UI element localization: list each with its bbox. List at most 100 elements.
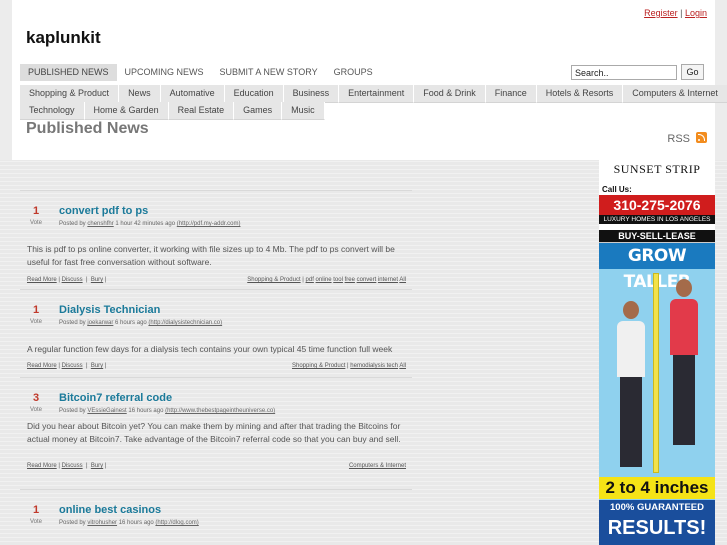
- bury-link[interactable]: Bury: [91, 363, 103, 369]
- posted-by-label: Posted by: [59, 408, 86, 414]
- category-news[interactable]: News: [119, 85, 161, 103]
- nav-upcoming-news[interactable]: UPCOMING NEWS: [117, 64, 212, 81]
- tag-link[interactable]: free: [345, 277, 355, 283]
- nav-submit-story[interactable]: SUBMIT A NEW STORY: [212, 64, 326, 81]
- category-technology[interactable]: Technology: [20, 102, 85, 120]
- discuss-link[interactable]: Discuss: [62, 277, 83, 283]
- author-link[interactable]: vitrohusher: [87, 520, 117, 526]
- search-input[interactable]: [571, 65, 677, 80]
- site-logo[interactable]: kaplunkit: [26, 28, 101, 48]
- ad-phone-number: 310-275-2076: [599, 195, 715, 215]
- tag-link[interactable]: Shopping & Product: [247, 277, 300, 283]
- search-go-button[interactable]: Go: [681, 64, 704, 80]
- source-url-link[interactable]: (http://www.thebestpageintheuniverse.co): [165, 408, 275, 414]
- category-finance[interactable]: Finance: [485, 85, 537, 103]
- vote-box[interactable]: 1 Vote: [20, 304, 52, 325]
- ad-grow-taller-headline: GROW TALLER: [599, 243, 715, 292]
- ad-inches-text: 2 to 4 inches: [599, 477, 715, 499]
- category-food-drink[interactable]: Food & Drink: [414, 85, 486, 103]
- tag-link[interactable]: online: [316, 277, 332, 283]
- tag-link[interactable]: convert: [357, 277, 377, 283]
- category-real-estate[interactable]: Real Estate: [168, 102, 235, 120]
- sunset-strip-ad[interactable]: SUNSET STRIP Call Us: 310-275-2076 LUXUR…: [599, 160, 715, 243]
- site-header: Register | Login kaplunkit PUBLISHED NEW…: [12, 0, 727, 160]
- nav-groups[interactable]: GROUPS: [326, 64, 381, 81]
- story-title[interactable]: Dialysis Technician: [59, 304, 160, 316]
- category-automative[interactable]: Automative: [160, 85, 225, 103]
- source-url-link[interactable]: (http://dialysistechnician.co): [148, 320, 222, 326]
- login-link[interactable]: Login: [685, 8, 707, 18]
- category-business[interactable]: Business: [283, 85, 340, 103]
- category-computers-internet[interactable]: Computers & Internet: [623, 85, 727, 103]
- ad-height-ruler: [653, 273, 659, 473]
- vote-label[interactable]: Vote: [20, 319, 52, 325]
- post-time: 1 hour 42 minutes ago: [115, 221, 176, 227]
- grow-taller-ad[interactable]: GROW TALLER 2 to 4 inches 100% GUARANTEE…: [599, 243, 715, 545]
- story-title[interactable]: convert pdf to ps: [59, 205, 148, 217]
- ad-person-image: [669, 279, 699, 473]
- vote-label[interactable]: Vote: [20, 519, 52, 525]
- story-item: 1 Vote online best casinos Posted by vit…: [20, 489, 412, 545]
- category-music[interactable]: Music: [282, 102, 325, 120]
- story-actions: Read More | Discuss | Bury |: [27, 363, 107, 369]
- tag-link[interactable]: All: [399, 277, 406, 283]
- story-list: 1 Vote convert pdf to ps Posted by chens…: [20, 190, 412, 545]
- bury-link[interactable]: Bury: [91, 463, 103, 469]
- story-title[interactable]: online best casinos: [59, 504, 161, 516]
- tag-link[interactable]: pdf: [306, 277, 314, 283]
- ad-call-us: Call Us:: [602, 185, 632, 194]
- tag-link[interactable]: internet: [378, 277, 398, 283]
- author-link[interactable]: VEssieGainest: [87, 408, 126, 414]
- vote-box[interactable]: 3 Vote: [20, 392, 52, 413]
- source-url-link[interactable]: (http://dlog.com): [155, 520, 198, 526]
- sidebar-ad-column: SUNSET STRIP Call Us: 310-275-2076 LUXUR…: [599, 160, 715, 545]
- post-time: 16 hours ago: [128, 408, 164, 414]
- story-tags: Computers & Internet: [349, 463, 406, 469]
- story-actions: Read More | Discuss | Bury |: [27, 463, 107, 469]
- discuss-link[interactable]: Discuss: [62, 363, 83, 369]
- tag-link[interactable]: tool: [333, 277, 343, 283]
- tag-link[interactable]: Shopping & Product: [292, 363, 345, 369]
- bury-link[interactable]: Bury: [91, 277, 103, 283]
- tag-link[interactable]: hemodialysis tech: [350, 363, 398, 369]
- source-url-link[interactable]: (http://pdf.my-addr.com): [177, 221, 241, 227]
- read-more-link[interactable]: Read More: [27, 363, 57, 369]
- discuss-link[interactable]: Discuss: [62, 463, 83, 469]
- vote-label[interactable]: Vote: [20, 220, 52, 226]
- story-actions: Read More | Discuss | Bury |: [27, 277, 107, 283]
- category-bar-row1: Shopping & Product News Automative Educa…: [20, 85, 727, 103]
- rss-icon[interactable]: [696, 132, 707, 143]
- vote-label[interactable]: Vote: [20, 407, 52, 413]
- vote-box[interactable]: 1 Vote: [20, 205, 52, 226]
- ad-person-image: [617, 301, 645, 473]
- read-more-link[interactable]: Read More: [27, 463, 57, 469]
- register-link[interactable]: Register: [644, 8, 678, 18]
- category-entertainment[interactable]: Entertainment: [339, 85, 415, 103]
- vote-count: 1: [32, 304, 40, 316]
- read-more-link[interactable]: Read More: [27, 277, 57, 283]
- story-title[interactable]: Bitcoin7 referral code: [59, 392, 172, 404]
- tag-link[interactable]: All: [399, 363, 406, 369]
- posted-by-label: Posted by: [59, 320, 86, 326]
- story-body: A regular function few days for a dialys…: [27, 344, 393, 354]
- vote-count: 1: [32, 504, 40, 516]
- story-tags: Shopping & Product | hemodialysis tech A…: [292, 363, 406, 369]
- rss-link[interactable]: RSS: [667, 133, 690, 145]
- page-title: Published News: [26, 120, 149, 137]
- category-shopping-product[interactable]: Shopping & Product: [20, 85, 120, 103]
- story-meta: Posted by vitrohusher 16 hours ago (http…: [59, 520, 199, 526]
- category-games[interactable]: Games: [234, 102, 283, 120]
- vote-count: 3: [32, 392, 40, 404]
- tag-link[interactable]: Computers & Internet: [349, 463, 406, 469]
- story-item: 1 Vote Dialysis Technician Posted by joe…: [20, 289, 412, 377]
- category-education[interactable]: Education: [224, 85, 284, 103]
- category-home-garden[interactable]: Home & Garden: [84, 102, 169, 120]
- category-bar-row2: Technology Home & Garden Real Estate Gam…: [20, 102, 325, 120]
- author-link[interactable]: joekarwar: [87, 320, 113, 326]
- nav-published-news[interactable]: PUBLISHED NEWS: [20, 64, 117, 81]
- story-meta: Posted by joekarwar 6 hours ago (http://…: [59, 320, 222, 326]
- story-body: Did you hear about Bitcoin yet? You can …: [27, 421, 401, 444]
- author-link[interactable]: chenshfhr: [87, 221, 113, 227]
- vote-box[interactable]: 1 Vote: [20, 504, 52, 525]
- category-hotels-resorts[interactable]: Hotels & Resorts: [536, 85, 624, 103]
